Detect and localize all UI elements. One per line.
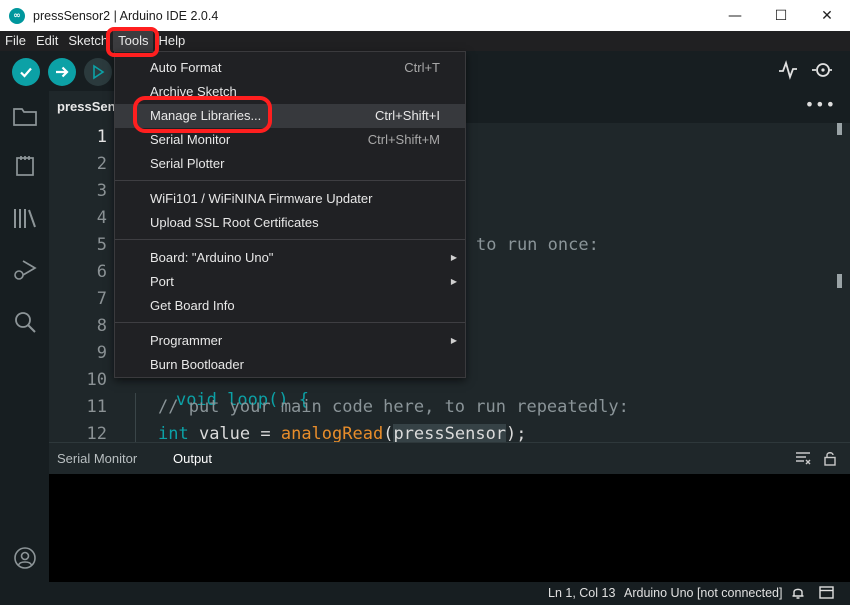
tab-serial-monitor[interactable]: Serial Monitor: [57, 443, 137, 475]
indent-guide: [135, 393, 136, 442]
line-number-gutter: 1 2 3 4 5 6 7 8 9 10 11 12: [49, 123, 119, 442]
menu-edit[interactable]: Edit: [31, 31, 63, 51]
board-status[interactable]: Arduino Uno [not connected]: [624, 586, 782, 600]
submenu-arrow-icon: ▶: [450, 253, 457, 262]
serial-monitor-icon[interactable]: [811, 60, 833, 85]
boards-manager-icon[interactable]: [12, 153, 38, 179]
search-icon[interactable]: [12, 309, 38, 335]
code-line-5-tail: to run once:: [476, 235, 599, 255]
code-variable-highlight: pressSensor: [393, 424, 507, 442]
code-line-12: int value = analogRead(pressSensor);: [158, 424, 527, 442]
bottom-panel-header: Serial Monitor Output: [49, 442, 850, 474]
line-number: 8: [96, 316, 107, 336]
sketchbook-folder-icon[interactable]: [12, 103, 38, 129]
menu-item-serial-plotter[interactable]: Serial Plotter: [115, 152, 465, 176]
window-title: pressSensor2 | Arduino IDE 2.0.4: [33, 8, 219, 23]
close-icon[interactable]: ✕: [804, 0, 850, 31]
menu-item-label: Serial Plotter: [150, 156, 225, 171]
library-manager-icon[interactable]: [12, 205, 38, 231]
upload-button[interactable]: [48, 58, 76, 86]
line-number: 10: [86, 370, 107, 390]
menu-item-board[interactable]: Board: "Arduino Uno" ▶: [115, 246, 465, 270]
code-text: value =: [188, 424, 281, 442]
output-console[interactable]: [49, 474, 850, 582]
menu-item-auto-format[interactable]: Auto Format Ctrl+T: [115, 56, 465, 80]
tab-pressSensor2[interactable]: pressSensor2.ino: [49, 91, 115, 123]
debug-sidebar-icon[interactable]: [12, 257, 38, 283]
menu-item-label: Burn Bootloader: [150, 357, 244, 372]
line-number: 4: [96, 208, 107, 228]
code-keyword: int: [158, 424, 189, 442]
submenu-arrow-icon: ▶: [450, 336, 457, 345]
line-number: 2: [96, 154, 107, 174]
lock-icon[interactable]: [823, 451, 837, 470]
window-controls: — ☐ ✕: [712, 0, 850, 31]
serial-plotter-icon[interactable]: [778, 60, 798, 85]
line-number: 1: [96, 127, 107, 147]
tools-menu-highlight: [106, 27, 159, 57]
line-number: 5: [96, 235, 107, 255]
menu-item-port[interactable]: Port ▶: [115, 270, 465, 294]
manage-libraries-highlight: [133, 96, 272, 133]
line-number: 9: [96, 343, 107, 363]
maximize-icon[interactable]: ☐: [758, 0, 804, 31]
menu-item-label: Board: "Arduino Uno": [150, 250, 274, 265]
minimize-icon[interactable]: —: [712, 0, 758, 31]
menu-item-shortcut: Ctrl+T: [404, 60, 440, 75]
editor-scrollbar-thumb[interactable]: [837, 123, 842, 135]
menu-item-programmer[interactable]: Programmer ▶: [115, 329, 465, 353]
more-actions-icon[interactable]: •••: [805, 95, 836, 114]
status-bar: Ln 1, Col 13 Arduino Uno [not connected]: [0, 582, 850, 605]
menu-item-firmware-updater[interactable]: WiFi101 / WiFiNINA Firmware Updater: [115, 187, 465, 211]
tab-output[interactable]: Output: [173, 443, 212, 475]
menu-item-label: Port: [150, 274, 174, 289]
code-function: analogRead: [280, 424, 384, 442]
account-icon[interactable]: [12, 545, 38, 571]
code-text: (: [383, 424, 394, 442]
menu-item-label: WiFi101 / WiFiNINA Firmware Updater: [150, 191, 373, 206]
clear-output-icon[interactable]: [795, 451, 811, 469]
menu-item-label: Programmer: [150, 333, 223, 348]
editor-scrollbar-marker[interactable]: [837, 274, 842, 288]
checkmark-icon: [20, 67, 32, 78]
menu-item-label: Auto Format: [150, 60, 222, 75]
submenu-arrow-icon: ▶: [450, 277, 457, 286]
menu-item-upload-ssl[interactable]: Upload SSL Root Certificates: [115, 211, 465, 235]
verify-button[interactable]: [12, 58, 40, 86]
menu-separator: [115, 239, 465, 240]
notification-bell-icon[interactable]: [791, 585, 805, 603]
menu-file[interactable]: File: [0, 31, 31, 51]
menu-item-shortcut: Ctrl+Shift+I: [374, 108, 440, 123]
toggle-panel-icon[interactable]: [819, 586, 834, 602]
line-number: 7: [96, 289, 107, 309]
debug-button[interactable]: [84, 58, 112, 86]
menu-item-burn-bootloader[interactable]: Burn Bootloader: [115, 353, 465, 377]
code-text: );: [506, 424, 527, 442]
menu-item-shortcut: Ctrl+Shift+M: [367, 132, 440, 147]
debug-icon: [93, 64, 105, 80]
menu-separator: [115, 322, 465, 323]
cursor-position: Ln 1, Col 13: [548, 586, 616, 600]
line-number: 11: [86, 397, 107, 417]
activity-sidebar: [0, 91, 49, 585]
arduino-logo-icon: ∞: [9, 7, 25, 24]
code-line-11: // put your main code here, to run repea…: [158, 397, 629, 417]
menu-item-label: Get Board Info: [150, 298, 235, 313]
menu-item-label: Upload SSL Root Certificates: [150, 215, 319, 230]
menu-item-get-board-info[interactable]: Get Board Info: [115, 294, 465, 318]
arrow-right-icon: [56, 66, 69, 78]
line-number: 12: [86, 424, 107, 442]
menu-separator: [115, 180, 465, 181]
line-number: 3: [96, 181, 107, 201]
line-number: 6: [96, 262, 107, 282]
